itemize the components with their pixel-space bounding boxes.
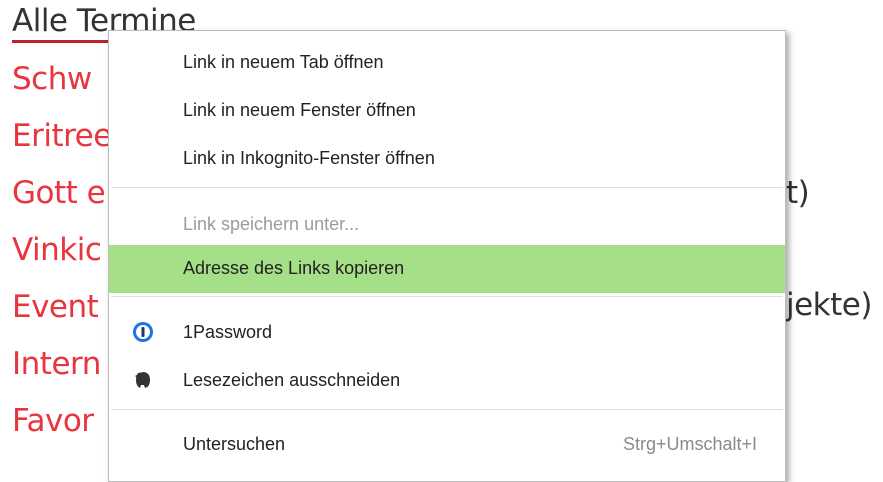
link-schw[interactable]: Schw xyxy=(12,64,92,95)
context-menu: Link in neuem Tab öffnen Link in neuem F… xyxy=(108,30,786,482)
menu-item-shortcut: Strg+Umschalt+I xyxy=(622,434,757,454)
menu-item-label: Untersuchen xyxy=(183,434,286,454)
menu-item-copy-link-address[interactable]: Adresse des Links kopieren xyxy=(109,245,785,293)
menu-item-label: Link speichern unter... xyxy=(183,214,360,234)
link-event[interactable]: Event xyxy=(12,292,99,323)
menu-item-label: Link in neuem Fenster öffnen xyxy=(183,100,416,120)
menu-item-1password[interactable]: 1Password xyxy=(109,309,785,357)
evernote-elephant-icon xyxy=(132,369,154,391)
link-tail-text: jekte) xyxy=(786,287,872,323)
menu-item-evernote-clip[interactable]: Lesezeichen ausschneiden xyxy=(109,357,785,405)
menu-item-open-incognito[interactable]: Link in Inkognito-Fenster öffnen xyxy=(109,135,785,183)
menu-item-open-new-window[interactable]: Link in neuem Fenster öffnen xyxy=(109,87,785,135)
menu-item-label: Link in Inkognito-Fenster öffnen xyxy=(183,148,435,168)
link-intern[interactable]: Intern xyxy=(12,349,101,380)
menu-item-label: Lesezeichen ausschneiden xyxy=(183,370,401,390)
menu-item-label: Link in neuem Tab öffnen xyxy=(183,52,384,72)
menu-item-save-link-as: Link speichern unter... xyxy=(109,201,785,249)
1password-icon xyxy=(132,321,154,343)
link-gott[interactable]: Gott e xyxy=(12,178,106,209)
link-vinkic[interactable]: Vinkic xyxy=(12,235,102,266)
menu-item-label: 1Password xyxy=(183,322,273,342)
menu-item-inspect[interactable]: Untersuchen Strg+Umschalt+I xyxy=(109,421,785,469)
link-eritree[interactable]: Eritree xyxy=(12,121,112,152)
link-favor[interactable]: Favor xyxy=(12,406,94,437)
menu-separator xyxy=(111,187,783,188)
menu-separator xyxy=(111,409,783,410)
menu-item-label: Adresse des Links kopieren xyxy=(183,258,405,278)
link-tail-text: t) xyxy=(786,175,810,211)
menu-separator xyxy=(111,296,783,297)
menu-item-open-new-tab[interactable]: Link in neuem Tab öffnen xyxy=(109,39,785,87)
